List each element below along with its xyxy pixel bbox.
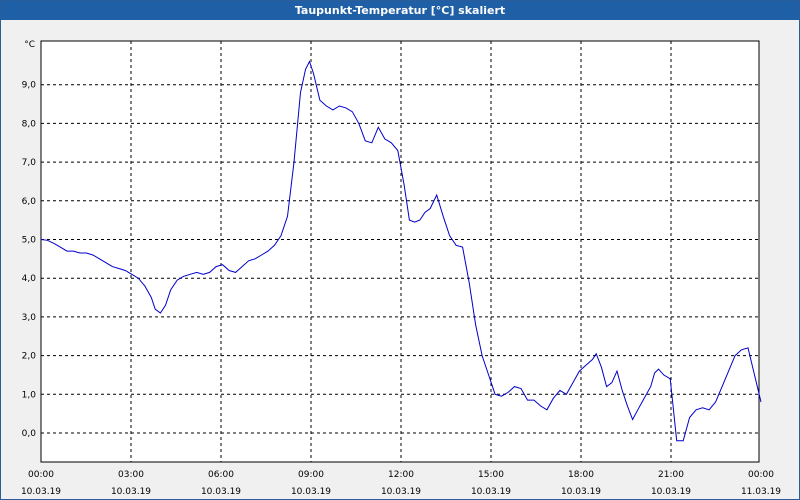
x-tick-date-label: 10.03.19	[651, 487, 691, 497]
plot-area	[40, 40, 760, 463]
y-tick-label: 3,0	[22, 313, 37, 323]
x-tick-date-label: 10.03.19	[561, 487, 601, 497]
y-axis-ticks: 0,0 1,0 2,0 3,0 4,0 5,0 6,0 7,0 8,0 9,0	[22, 81, 37, 439]
x-tick-date-label: 10.03.19	[471, 487, 511, 497]
y-tick-label: 1,0	[22, 390, 37, 400]
x-tick-time-label: 03:00	[118, 470, 144, 480]
x-tick-date-label: 10.03.19	[111, 487, 151, 497]
y-tick-label: 8,0	[22, 119, 37, 129]
y-tick-label: 6,0	[22, 197, 37, 207]
x-tick-date-label: 10.03.19	[291, 487, 331, 497]
x-tick-time-label: 15:00	[478, 470, 504, 480]
y-tick-label: 5,0	[22, 236, 37, 246]
x-tick-time-label: 12:00	[388, 470, 414, 480]
x-axis-ticks: 00:00 10.03.19 03:00 10.03.19 06:00 10.03.19 0…	[21, 470, 781, 497]
y-tick-label: 4,0	[22, 274, 37, 284]
x-tick-time-label: 18:00	[568, 470, 594, 480]
y-tick-label: 9,0	[22, 81, 37, 91]
x-tick-date-label: 10.03.19	[201, 487, 241, 497]
x-tick-time-label: 00:00	[748, 470, 774, 480]
x-tick-date-label: 11.03.19	[741, 487, 781, 497]
y-tick-label: 7,0	[22, 158, 37, 168]
y-axis-unit-label: °C	[24, 40, 35, 50]
window-title: Taupunkt-Temperatur [°C] skaliert	[1, 1, 799, 20]
x-tick-time-label: 09:00	[298, 470, 324, 480]
x-tick-time-label: 06:00	[208, 470, 234, 480]
chart: 0,0 1,0 2,0 3,0 4,0 5,0 6,0 7,0 8,0 9,0 00:00 10.0…	[21, 40, 781, 497]
x-tick-date-label: 10.03.19	[21, 487, 61, 497]
x-tick-time-label: 21:00	[658, 470, 684, 480]
y-tick-label: 0,0	[22, 429, 37, 439]
y-tick-label: 2,0	[22, 352, 37, 362]
x-tick-date-label: 10.03.19	[381, 487, 421, 497]
chart-window: Taupunkt-Temperatur [°C] skaliert 0,0 1,0…	[0, 0, 800, 500]
x-tick-time-label: 00:00	[28, 470, 54, 480]
